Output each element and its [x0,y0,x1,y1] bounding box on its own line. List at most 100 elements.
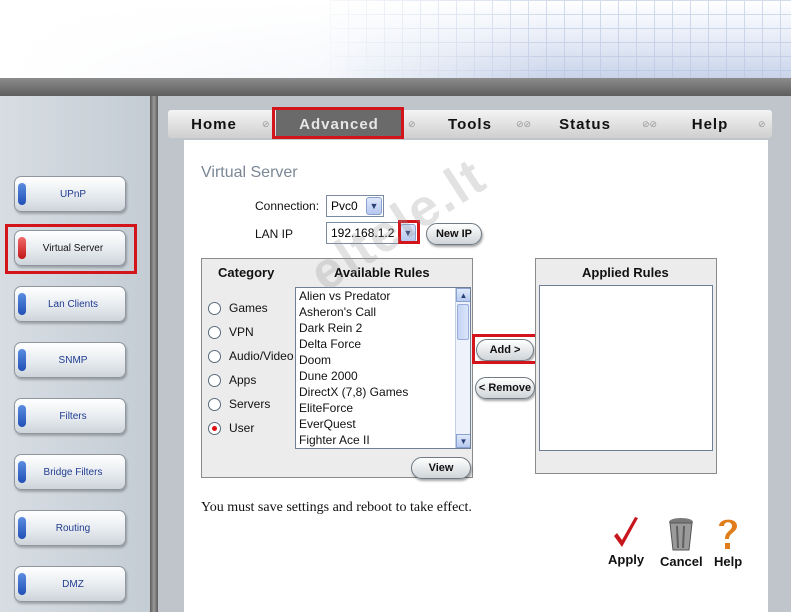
category-audio-video[interactable]: Audio/Video [208,347,294,365]
category-header: Category [218,265,275,280]
category-label: Games [229,301,268,315]
cancel-button[interactable]: Cancel [660,516,703,569]
tab-tools[interactable]: Tools [422,110,518,138]
tab-help[interactable]: Help [668,110,752,138]
list-item[interactable]: Delta Force [296,336,470,352]
list-item[interactable]: Dune 2000 [296,368,470,384]
tab-marker-icon [18,573,26,595]
connection-select[interactable]: Pvc0 ▼ [326,195,384,217]
category-label: Apps [229,373,257,387]
sidebar-item-label: UPnP [59,188,87,200]
nav-separator-icon: ⊘⊘ [516,119,532,129]
connection-label: Connection: [255,199,320,213]
header-band [0,78,791,96]
category-user[interactable]: User [208,419,254,437]
tab-marker-icon [18,293,26,315]
category-label: Servers [229,397,271,411]
available-rules-list[interactable]: Alien vs Predator Asheron's Call Dark Re… [295,287,471,449]
tab-marker-icon [18,517,26,539]
apply-label: Apply [608,552,645,567]
sidebar-item-virtual-server[interactable]: Virtual Server [14,230,126,266]
radio-icon [208,301,221,315]
tab-marker-icon [18,183,26,205]
reboot-notice: You must save settings and reboot to tak… [201,500,472,515]
nav-separator-icon: ⊘ [408,119,416,129]
list-item[interactable]: DirectX (7,8) Games [296,384,470,400]
list-item[interactable]: EliteForce [296,400,470,416]
help-label: Help [714,554,743,569]
sidebar-item-routing[interactable]: Routing [14,510,126,546]
available-rules-header: Available Rules [334,265,430,280]
sidebar-item-label: DMZ [62,578,84,590]
radio-icon [208,373,221,387]
view-button[interactable]: View [411,457,471,479]
list-item[interactable]: Asheron's Call [296,304,470,320]
category-label: Audio/Video [229,349,294,363]
list-item[interactable]: Doom [296,352,470,368]
page-title: Virtual Server [201,164,298,181]
category-games[interactable]: Games [208,299,268,317]
top-nav: Home ⊘ Advanced ⊘ Tools ⊘⊘ Status ⊘⊘ Hel… [168,110,772,138]
trash-can-icon [669,518,694,551]
cancel-label: Cancel [660,554,703,569]
sidebar-item-label: Lan Clients [47,298,99,310]
applied-rules-panel: Applied Rules [535,258,717,474]
nav-separator-icon: ⊘ [262,119,270,129]
help-button[interactable]: Help [714,516,742,569]
category-vpn[interactable]: VPN [208,323,254,341]
tab-advanced[interactable]: Advanced [276,110,402,138]
remove-rule-button[interactable]: < Remove [475,377,535,399]
chevron-down-icon[interactable]: ▼ [400,224,416,242]
sidebar-item-dmz[interactable]: DMZ [14,566,126,602]
radio-icon [208,325,221,339]
tab-status[interactable]: Status [538,110,632,138]
tab-home[interactable]: Home [174,110,254,138]
header-banner [0,0,791,78]
lan-ip-label: LAN IP [255,227,294,241]
category-label: User [229,421,255,435]
sidebar-divider [150,96,158,612]
sidebar-item-lan-clients[interactable]: Lan Clients [14,286,126,322]
list-item[interactable]: Fighter Ace II [296,432,470,448]
scroll-up-icon[interactable]: ▲ [456,288,470,302]
sidebar-item-label: Virtual Server [42,242,104,254]
nav-separator-icon: ⊘⊘ [642,119,658,129]
radio-icon [208,397,221,411]
nav-separator-icon: ⊘ [758,119,766,129]
list-item[interactable]: EverQuest [296,416,470,432]
chevron-down-icon[interactable]: ▼ [366,197,382,215]
sidebar-item-label: Bridge Filters [43,466,103,478]
rules-scrollbar[interactable]: ▲ ▼ [455,288,470,448]
tab-marker-icon [18,461,26,483]
lan-ip-select[interactable]: 192.168.1.2 ▼ [326,222,418,244]
sidebar-item-label: Routing [55,522,91,534]
category-apps[interactable]: Apps [208,371,256,389]
add-rule-button[interactable]: Add > [476,339,534,361]
tab-marker-icon [18,237,26,259]
sidebar-item-bridge-filters[interactable]: Bridge Filters [14,454,126,490]
applied-rules-list[interactable] [539,285,713,451]
radio-selected-icon [208,421,221,435]
scroll-thumb[interactable] [457,304,469,340]
sidebar-item-upnp[interactable]: UPnP [14,176,126,212]
category-servers[interactable]: Servers [208,395,270,413]
tab-marker-icon [18,349,26,371]
applied-rules-header: Applied Rules [582,265,669,280]
new-ip-button[interactable]: New IP [426,223,482,245]
connection-value: Pvc0 [331,199,358,213]
sidebar-item-label: SNMP [58,354,88,366]
radio-icon [208,349,221,363]
sidebar-item-snmp[interactable]: SNMP [14,342,126,378]
sidebar-item-filters[interactable]: Filters [14,398,126,434]
apply-button[interactable]: Apply [608,516,644,567]
list-item[interactable]: Dark Rein 2 [296,320,470,336]
banner-fade [0,0,791,78]
question-mark-icon [719,519,738,549]
tab-marker-icon [18,405,26,427]
available-rules-panel: Category Available Rules Games VPN Audio… [201,258,473,479]
lan-ip-value: 192.168.1.2 [331,226,395,240]
sidebar-item-label: Filters [59,410,87,422]
list-item[interactable]: Alien vs Predator [296,288,470,304]
scroll-down-icon[interactable]: ▼ [456,434,470,448]
category-label: VPN [229,325,254,339]
